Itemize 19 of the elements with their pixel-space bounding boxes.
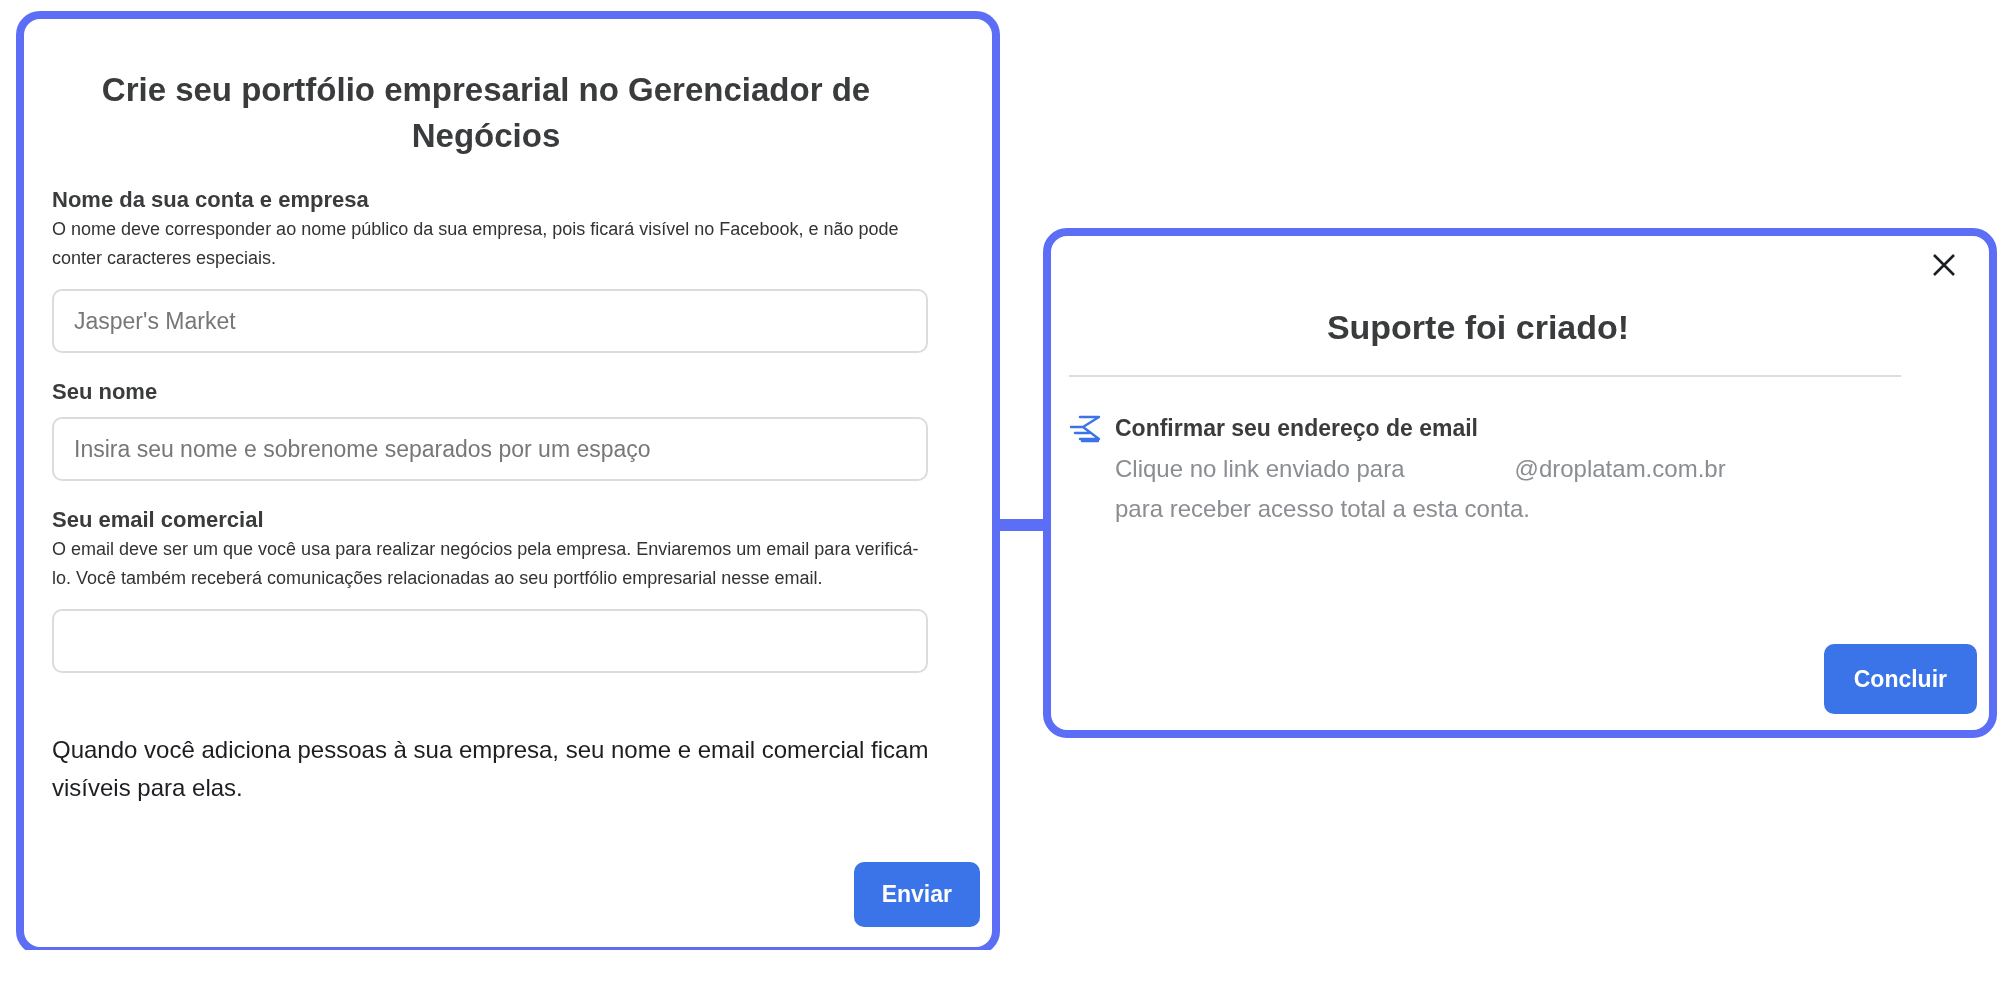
field-label: Seu nome bbox=[52, 378, 159, 406]
form-title: Crie seu portfólio empresarial no Gerenciador de Negócios bbox=[100, 70, 872, 156]
lines-icon bbox=[1069, 415, 1101, 443]
field-description: O nome deve corresponder ao nome público da sua empresa, pois ficará visível no Facebook, e não pode conter caracteres especiais. bbox=[52, 218, 900, 270]
done-button[interactable]: Concluir bbox=[1823, 644, 1977, 714]
email-domain: @droplatam.com.br bbox=[1514, 454, 1726, 484]
close-button[interactable] bbox=[1931, 252, 1957, 278]
step-title: Confirmar seu endereço de email bbox=[1115, 414, 1479, 443]
field-label: Nome da sua conta e empresa bbox=[52, 186, 370, 214]
input-field[interactable]: Jasper's Market bbox=[52, 289, 928, 353]
notice-text: Quando você adiciona pessoas à sua empresa, seu nome e email comercial ficam visíveis para elas. bbox=[52, 735, 930, 803]
submit-button[interactable]: Enviar bbox=[853, 862, 980, 927]
input-field[interactable] bbox=[52, 609, 928, 673]
step-description: Clique no link enviado para bbox=[1115, 454, 1405, 484]
dialog-title: Suporte foi criado! bbox=[1325, 308, 1631, 347]
field-label: Seu email comercial bbox=[52, 506, 265, 534]
field-description: O email deve ser um que você usa para realizar negócios pela empresa. Enviaremos um email para verificá-lo. Você também receberá comunicações relacionadas ao seu portfólio empresarial nesse email. bbox=[52, 538, 920, 590]
input-field[interactable]: Insira seu nome e sobrenome separados por um espaço bbox=[52, 417, 928, 481]
step-description: para receber acesso total a esta conta. bbox=[1115, 494, 1531, 524]
